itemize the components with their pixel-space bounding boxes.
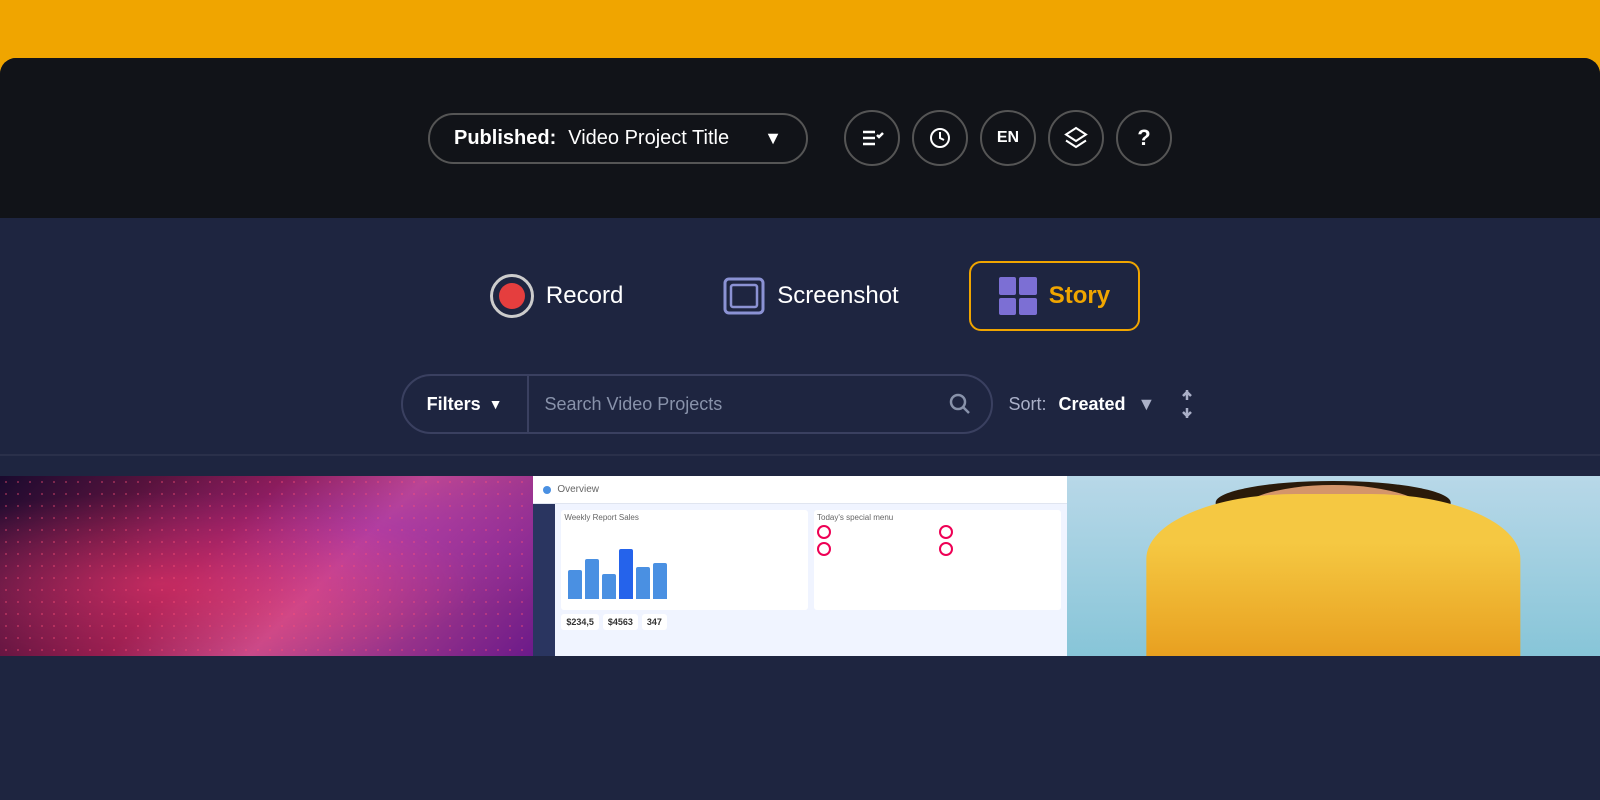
bar-3 <box>602 574 616 599</box>
project-title: Video Project Title <box>568 127 729 150</box>
thumbnail-1[interactable] <box>0 476 533 656</box>
search-container: Filters ▼ <box>401 374 993 434</box>
record-label: Record <box>546 282 623 310</box>
sort-label: Sort: <box>1009 394 1047 415</box>
sort-chevron-icon[interactable]: ▼ <box>1138 394 1156 415</box>
dashboard-sidebar <box>533 504 555 656</box>
record-dot-inner <box>499 283 525 309</box>
help-button[interactable]: ? <box>1116 110 1172 166</box>
header-bar: Published: Video Project Title ▼ <box>0 58 1600 218</box>
bar-6 <box>653 563 667 599</box>
dashboard-main: Weekly Report Sales <box>555 504 1066 656</box>
story-button[interactable]: Story <box>969 261 1140 331</box>
bar-4 <box>619 549 633 599</box>
dashboard-header: Overview <box>533 476 1066 504</box>
chevron-down-icon: ▼ <box>764 128 782 149</box>
stat-card-1: $234,5 <box>561 614 599 630</box>
yellow-bar <box>0 0 1600 58</box>
story-icon <box>999 277 1037 315</box>
main-area: Published: Video Project Title ▼ <box>0 58 1600 800</box>
bar-2 <box>585 559 599 599</box>
search-icon <box>929 393 991 415</box>
dots-overlay <box>0 476 533 656</box>
chart-area <box>564 523 805 603</box>
record-button[interactable]: Record <box>460 258 653 334</box>
help-label: ? <box>1137 125 1150 151</box>
stat-card-2: $4563 <box>603 614 638 630</box>
record-icon <box>490 274 534 318</box>
dashboard-dot <box>543 486 551 494</box>
story-grid-icon <box>999 277 1037 315</box>
filters-button[interactable]: Filters ▼ <box>403 376 529 432</box>
action-area: Record Screenshot <box>0 218 1600 364</box>
screenshot-icon <box>723 277 765 315</box>
header-icons: EN ? <box>844 110 1172 166</box>
language-button[interactable]: EN <box>980 110 1036 166</box>
bar-5 <box>636 567 650 599</box>
screenshot-button[interactable]: Screenshot <box>693 261 928 331</box>
search-area: Filters ▼ Sort: Created ▼ <box>0 364 1600 454</box>
story-label: Story <box>1049 282 1110 310</box>
dashboard-content: Weekly Report Sales <box>533 504 1066 656</box>
stat-card-3: 347 <box>642 614 667 630</box>
stats-row: $234,5 $4563 347 <box>561 614 1060 630</box>
checklist-button[interactable] <box>844 110 900 166</box>
sort-order-button[interactable] <box>1175 390 1199 418</box>
history-button[interactable] <box>912 110 968 166</box>
project-title-dropdown[interactable]: Published: Video Project Title ▼ <box>428 113 808 164</box>
dashboard-title: Overview <box>557 484 599 495</box>
screenshot-label: Screenshot <box>777 282 898 310</box>
thumbnails-area: Overview Weekly Report Sales <box>0 456 1600 656</box>
project-status: Published: <box>454 127 556 150</box>
record-dot <box>490 274 534 318</box>
sort-value: Created <box>1059 394 1126 415</box>
language-label: EN <box>997 129 1019 147</box>
dashboard-inner: Overview Weekly Report Sales <box>533 476 1066 656</box>
header-center: Published: Video Project Title ▼ <box>428 110 1172 166</box>
search-input[interactable] <box>529 376 929 432</box>
bar-1 <box>568 570 582 599</box>
thumbnail-3[interactable] <box>1067 476 1600 656</box>
app-container: Published: Video Project Title ▼ <box>0 0 1600 800</box>
person-silhouette <box>1147 494 1520 656</box>
layers-button[interactable] <box>1048 110 1104 166</box>
filters-chevron-icon: ▼ <box>489 396 503 412</box>
filters-label: Filters <box>427 394 481 415</box>
thumbnail-2[interactable]: Overview Weekly Report Sales <box>533 476 1066 656</box>
sort-area: Sort: Created ▼ <box>1009 390 1200 418</box>
